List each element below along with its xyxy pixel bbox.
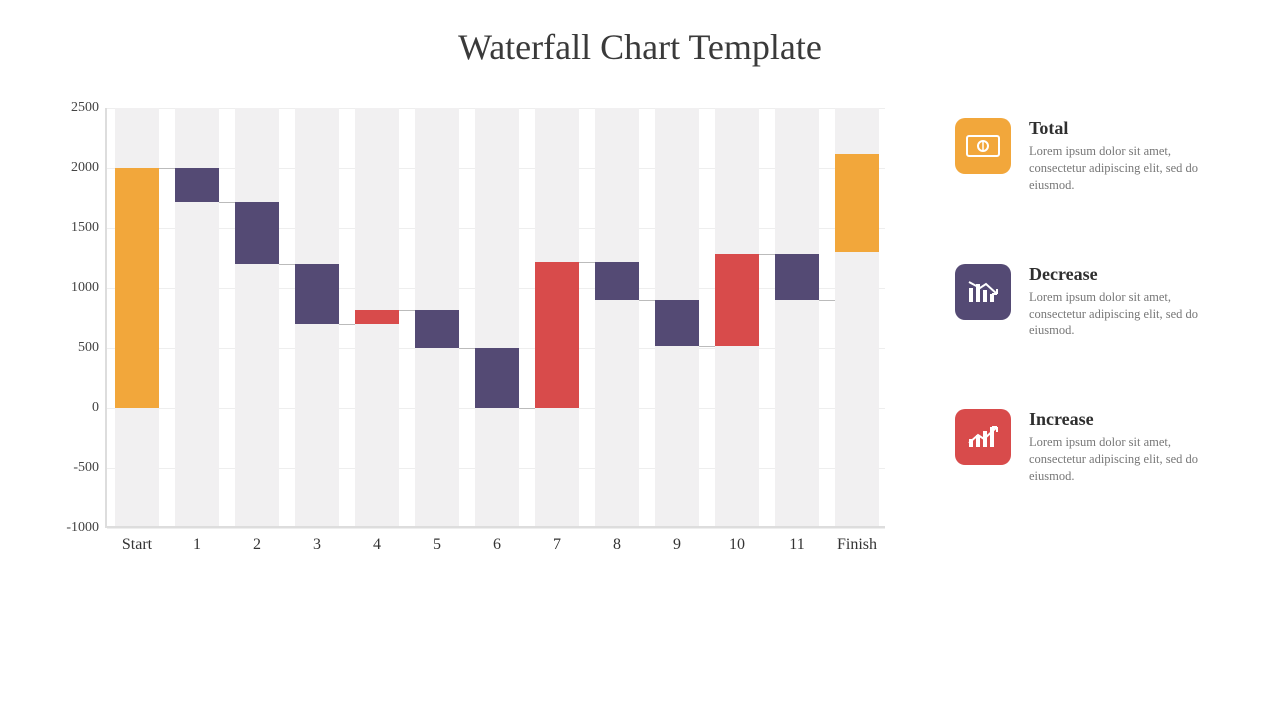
legend-title: Total (1029, 118, 1230, 139)
x-tick-label: 10 (729, 526, 745, 554)
connector-line (459, 348, 476, 349)
bar-slot (775, 108, 818, 526)
money-icon (955, 118, 1011, 174)
bar-slot (715, 108, 758, 526)
waterfall-bar (535, 262, 578, 408)
connector-line (639, 300, 656, 301)
bar-slot (175, 108, 218, 526)
x-tick-label: 9 (673, 526, 681, 554)
connector-line (579, 262, 596, 263)
legend: Total Lorem ipsum dolor sit amet, consec… (955, 118, 1230, 588)
bar-slot (835, 108, 878, 526)
connector-line (699, 346, 716, 347)
bar-slot (595, 108, 638, 526)
connector-line (219, 202, 236, 203)
chart-up-icon (955, 409, 1011, 465)
connector-line (759, 254, 776, 255)
waterfall-bar (655, 300, 698, 346)
x-tick-label: 3 (313, 526, 321, 554)
connector-line (339, 324, 356, 325)
x-tick-label: 8 (613, 526, 621, 554)
y-tick-label: 500 (78, 340, 107, 356)
x-tick-label: 6 (493, 526, 501, 554)
waterfall-bar (295, 264, 338, 324)
waterfall-bar (475, 348, 518, 408)
bar-slot (115, 108, 158, 526)
x-tick-label: Start (122, 526, 152, 554)
waterfall-bar (235, 202, 278, 264)
legend-title: Increase (1029, 409, 1230, 430)
y-tick-label: -1000 (66, 520, 107, 536)
x-tick-label: 2 (253, 526, 261, 554)
legend-item-decrease: Decrease Lorem ipsum dolor sit amet, con… (955, 264, 1230, 340)
waterfall-bar (355, 310, 398, 324)
waterfall-chart: -1000-50005001000150020002500Start123456… (50, 108, 900, 588)
bar-slot (535, 108, 578, 526)
bar-slot (415, 108, 458, 526)
waterfall-bar (175, 168, 218, 202)
waterfall-bar (715, 254, 758, 345)
connector-line (279, 264, 296, 265)
waterfall-bar (835, 154, 878, 252)
legend-desc: Lorem ipsum dolor sit amet, consectetur … (1029, 289, 1230, 340)
connector-line (819, 300, 836, 301)
x-tick-label: 7 (553, 526, 561, 554)
y-tick-label: 1500 (71, 220, 107, 236)
bar-slot (655, 108, 698, 526)
x-tick-label: 5 (433, 526, 441, 554)
legend-item-increase: Increase Lorem ipsum dolor sit amet, con… (955, 409, 1230, 485)
y-tick-label: 2500 (71, 100, 107, 116)
y-tick-label: 2000 (71, 160, 107, 176)
waterfall-bar (775, 254, 818, 300)
connector-line (159, 168, 176, 169)
waterfall-bar (115, 168, 158, 408)
bar-slot (295, 108, 338, 526)
legend-item-total: Total Lorem ipsum dolor sit amet, consec… (955, 118, 1230, 194)
waterfall-bar (595, 262, 638, 300)
bar-slot (475, 108, 518, 526)
x-tick-label: 11 (789, 526, 804, 554)
connector-line (399, 310, 416, 311)
y-tick-label: -500 (73, 460, 107, 476)
y-tick-label: 1000 (71, 280, 107, 296)
chart-down-icon (955, 264, 1011, 320)
x-tick-label: Finish (837, 526, 877, 554)
legend-desc: Lorem ipsum dolor sit amet, consectetur … (1029, 143, 1230, 194)
legend-desc: Lorem ipsum dolor sit amet, consectetur … (1029, 434, 1230, 485)
waterfall-bar (415, 310, 458, 348)
bar-slot (355, 108, 398, 526)
connector-line (519, 408, 536, 409)
x-tick-label: 4 (373, 526, 381, 554)
legend-title: Decrease (1029, 264, 1230, 285)
y-tick-label: 0 (92, 400, 107, 416)
page-title: Waterfall Chart Template (0, 0, 1280, 68)
bar-slot (235, 108, 278, 526)
x-tick-label: 1 (193, 526, 201, 554)
